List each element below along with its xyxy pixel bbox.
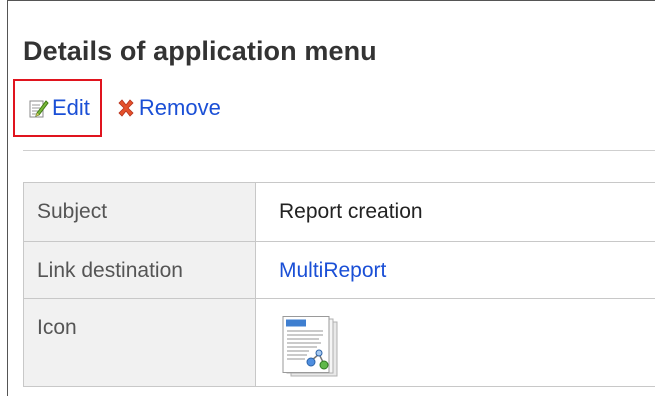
table-row: Subject Report creation [23,182,655,242]
remove-icon [116,98,136,118]
table-row: Link destination MultiReport [23,241,655,299]
table-row: Icon [23,298,655,387]
page-title: Details of application menu [23,36,377,66]
edit-button[interactable]: Edit [13,79,102,137]
remove-button[interactable]: Remove [116,95,221,121]
link-destination-value-cell: MultiReport [255,241,655,299]
icon-value-cell [255,298,655,387]
edit-icon [29,98,49,118]
edit-label: Edit [52,95,90,120]
link-destination-link[interactable]: MultiReport [279,259,386,282]
icon-label: Icon [23,298,256,387]
action-toolbar: Edit Remove [13,77,221,139]
divider [23,150,655,151]
details-table: Subject Report creation Link destination… [23,182,655,387]
report-document-icon [279,316,341,385]
remove-label: Remove [138,95,221,120]
subject-value: Report creation [255,182,655,242]
link-destination-label: Link destination [23,241,256,299]
subject-label: Subject [23,182,256,242]
